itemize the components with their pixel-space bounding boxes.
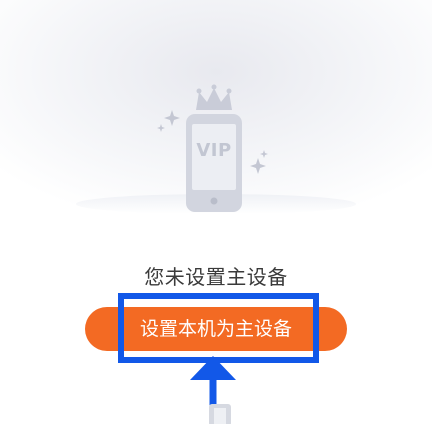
- vip-badge: VIP: [196, 140, 232, 161]
- set-primary-device-button[interactable]: 设置本机为主设备: [85, 307, 347, 351]
- partial-device-icon: [209, 404, 231, 424]
- vip-phone-illustration: [157, 84, 268, 212]
- status-text: 您未设置主设备: [144, 265, 288, 289]
- phone-icon: [186, 114, 242, 212]
- crown-icon: [196, 84, 232, 110]
